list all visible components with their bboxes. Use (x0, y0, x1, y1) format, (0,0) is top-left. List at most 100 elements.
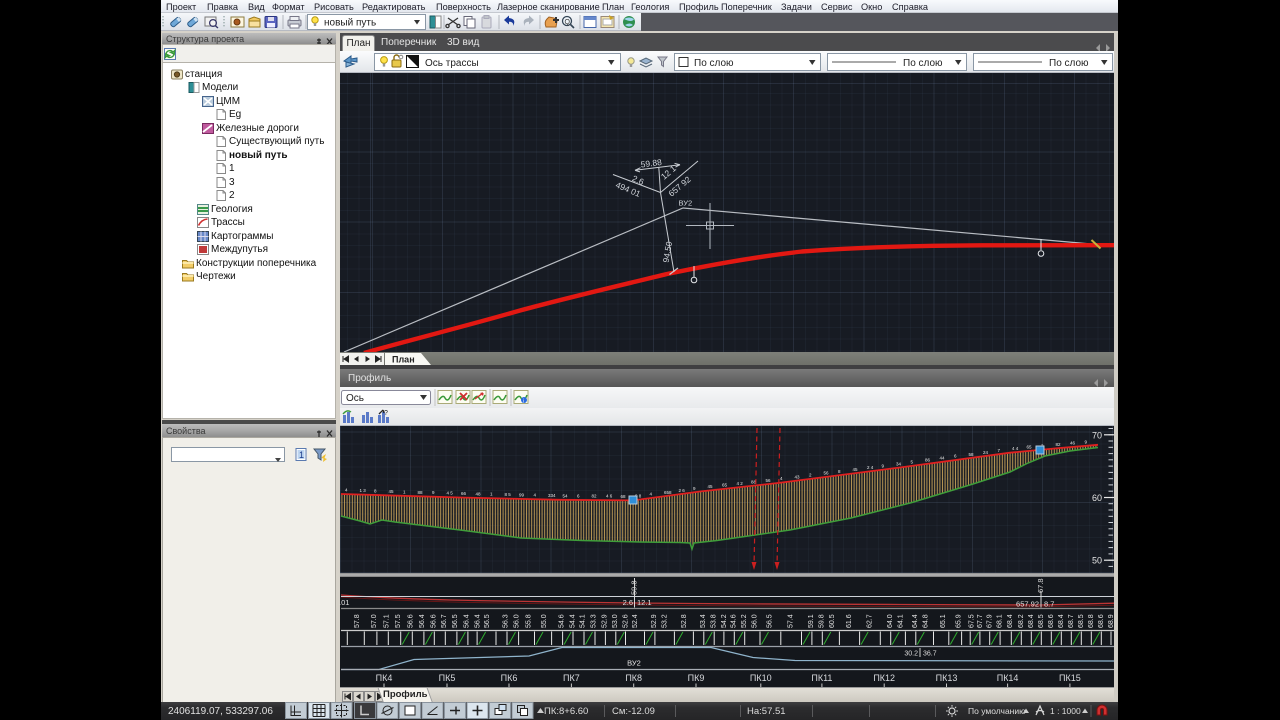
svg-text:ПК9: ПК9 (688, 673, 705, 683)
svg-text:59.8: 59.8 (819, 614, 826, 628)
svg-text:65: 65 (1027, 445, 1033, 450)
svg-text:56.5: 56.5 (452, 614, 459, 628)
svg-text:68.1: 68.1 (996, 614, 1003, 628)
svg-text:54.6: 54.6 (731, 614, 738, 628)
svg-text:62.7: 62.7 (866, 614, 873, 628)
svg-text:54.4: 54.4 (569, 614, 576, 628)
svg-text:4 2: 4 2 (737, 481, 744, 486)
svg-text:24: 24 (983, 450, 989, 455)
svg-text:54: 54 (563, 493, 569, 498)
svg-text:53.3: 53.3 (591, 614, 598, 628)
svg-text:4: 4 (534, 493, 537, 498)
svg-text:54.6: 54.6 (558, 614, 565, 628)
svg-text:50: 50 (1092, 556, 1102, 566)
svg-text:68.4: 68.4 (1028, 614, 1035, 628)
svg-text:8 5: 8 5 (505, 492, 512, 497)
svg-text:68.8: 68.8 (1088, 614, 1095, 628)
svg-text:1: 1 (403, 489, 406, 494)
svg-text:9: 9 (1085, 439, 1088, 444)
svg-text:68.6: 68.6 (1048, 614, 1055, 628)
svg-text:ПК6: ПК6 (501, 673, 518, 683)
svg-text:4 5: 4 5 (447, 491, 454, 496)
svg-text:67.5: 67.5 (968, 614, 975, 628)
svg-text:5: 5 (911, 460, 914, 465)
svg-text:1: 1 (490, 492, 493, 497)
svg-text:55.2: 55.2 (741, 614, 748, 628)
svg-text:56.7: 56.7 (441, 614, 448, 628)
svg-text:56.4: 56.4 (475, 614, 482, 628)
svg-text:54.2: 54.2 (721, 614, 728, 628)
svg-text:ПК7: ПК7 (563, 673, 580, 683)
svg-text:ПК8: ПК8 (625, 673, 642, 683)
svg-text:ВУ2: ВУ2 (679, 199, 693, 208)
svg-text:52.4: 52.4 (632, 614, 639, 628)
svg-text:ПК15: ПК15 (1059, 673, 1081, 683)
svg-text:57.5: 57.5 (395, 614, 402, 628)
svg-text:64.8: 64.8 (923, 614, 930, 628)
svg-text:657 92: 657 92 (666, 174, 693, 199)
svg-text:.01: .01 (339, 598, 349, 607)
svg-text:8.7: 8.7 (1044, 600, 1054, 609)
svg-text:52.8: 52.8 (681, 614, 688, 628)
svg-text:56.6: 56.6 (431, 614, 438, 628)
svg-text:44: 44 (940, 456, 946, 461)
svg-text:68.4: 68.4 (1007, 614, 1014, 628)
svg-text:6: 6 (954, 454, 957, 459)
svg-text:ПК4: ПК4 (376, 673, 393, 683)
svg-text:56.4: 56.4 (419, 614, 426, 628)
svg-text:48: 48 (476, 491, 482, 496)
svg-text:ПК11: ПК11 (811, 673, 832, 683)
svg-text:67.8: 67.8 (1036, 578, 1045, 593)
svg-text:67.9: 67.9 (987, 614, 994, 628)
svg-text:53.4: 53.4 (700, 614, 707, 628)
svg-text:65: 65 (722, 483, 728, 488)
svg-text:8: 8 (374, 489, 377, 494)
svg-text:30.2: 30.2 (904, 651, 918, 658)
svg-text:43: 43 (795, 474, 801, 479)
svg-text:52.9: 52.9 (602, 614, 609, 628)
svg-text:65.1: 65.1 (940, 614, 947, 628)
svg-text:657.92: 657.92 (1016, 600, 1039, 609)
svg-text:64.0: 64.0 (887, 614, 894, 628)
svg-text:56: 56 (766, 478, 772, 483)
svg-text:ПК10: ПК10 (750, 673, 772, 683)
svg-text:9: 9 (432, 490, 435, 495)
svg-text:ПК13: ПК13 (936, 673, 958, 683)
svg-text:68: 68 (621, 494, 627, 499)
svg-text:45: 45 (708, 484, 714, 489)
svg-text:9: 9 (882, 463, 885, 468)
svg-text:34: 34 (896, 462, 902, 467)
svg-text:52.9: 52.9 (651, 614, 658, 628)
svg-text:59.8: 59.8 (630, 580, 639, 595)
svg-text:8: 8 (838, 469, 841, 474)
svg-text:52.6: 52.6 (623, 614, 630, 628)
svg-text:2: 2 (809, 473, 812, 478)
svg-text:55.8: 55.8 (525, 614, 532, 628)
svg-text:68.5: 68.5 (1038, 614, 1045, 628)
svg-text:9: 9 (693, 486, 696, 491)
svg-text:4 6: 4 6 (606, 494, 613, 499)
svg-text:57.4: 57.4 (788, 614, 795, 628)
svg-text:56.3: 56.3 (503, 614, 510, 628)
svg-text:4: 4 (345, 488, 348, 493)
svg-text:59.1: 59.1 (808, 614, 815, 628)
svg-text:60.5: 60.5 (829, 614, 836, 628)
svg-text:58: 58 (969, 452, 975, 457)
svg-text:61.6: 61.6 (846, 614, 853, 628)
svg-text:56.5: 56.5 (767, 614, 774, 628)
svg-text:4 4: 4 4 (1012, 446, 1019, 451)
svg-text:60: 60 (1092, 493, 1102, 503)
svg-text:6: 6 (577, 493, 580, 498)
svg-text:82: 82 (1056, 442, 1062, 447)
svg-text:46: 46 (1070, 441, 1076, 446)
svg-text:64.1: 64.1 (897, 614, 904, 628)
svg-text:53.2: 53.2 (662, 614, 669, 628)
svg-text:68.4: 68.4 (1058, 614, 1065, 628)
svg-text:56.0: 56.0 (514, 614, 521, 628)
svg-text:53.8: 53.8 (711, 614, 718, 628)
svg-text:68.6: 68.6 (1098, 614, 1105, 628)
svg-text:57.1: 57.1 (384, 614, 391, 628)
svg-text:68.7: 68.7 (1068, 614, 1075, 628)
svg-text:4: 4 (780, 476, 783, 481)
svg-text:2.6: 2.6 (623, 598, 633, 607)
